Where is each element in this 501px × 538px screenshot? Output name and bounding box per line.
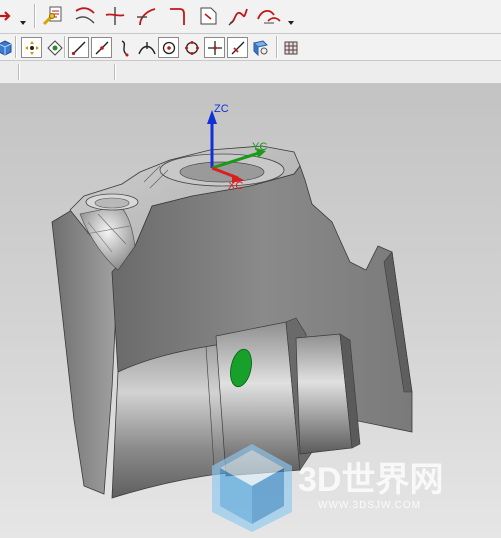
intersection-icon[interactable] (204, 37, 225, 58)
toolbar-separator (18, 64, 19, 80)
curve-toolbar (0, 0, 501, 34)
tangent-snap-icon[interactable] (136, 37, 157, 58)
yc-axis-label: YC (252, 141, 268, 153)
view-cube-icon[interactable] (0, 37, 15, 58)
snap-toolbar (0, 34, 501, 61)
watermark-url: WWW.3DSJW.COM (318, 500, 421, 511)
ribbon-strip (0, 61, 501, 84)
zc-axis-label: ZC (214, 103, 229, 115)
edit-properties-icon[interactable] (40, 3, 66, 29)
dropdown-arrow-icon[interactable] (20, 20, 26, 26)
sheet-document-icon[interactable] (195, 3, 221, 29)
curve-snap-icon[interactable] (114, 37, 135, 58)
snap-settings-icon[interactable] (44, 37, 65, 58)
xc-axis-label: XC (228, 180, 244, 192)
line-snap-icon[interactable] (68, 37, 89, 58)
midpoint-icon[interactable] (227, 37, 248, 58)
toolbar-separator (34, 4, 35, 28)
watermark-brand: 3D世界网 (298, 461, 444, 499)
circle-center-icon[interactable] (158, 37, 179, 58)
dropdown-arrow-icon[interactable] (288, 20, 294, 26)
corner-curve-icon[interactable] (164, 3, 190, 29)
toolbar-separator (114, 64, 115, 80)
spline-icon[interactable] (225, 3, 251, 29)
toolbar-separator (15, 36, 16, 58)
curve-tool-icon[interactable] (72, 3, 98, 29)
trim-curve-icon[interactable] (102, 3, 128, 29)
quadrant-icon[interactable] (181, 37, 202, 58)
blend-curve-icon[interactable] (256, 3, 282, 29)
fillet-curve-icon[interactable] (133, 3, 159, 29)
grid-icon[interactable] (280, 37, 301, 58)
toolbar-separator (276, 36, 277, 58)
run-arrow-icon[interactable] (0, 3, 18, 29)
view-icon[interactable] (250, 37, 271, 58)
snap-point-icon[interactable] (21, 37, 42, 58)
toolbar-separator (64, 36, 65, 58)
endpoint-snap-icon[interactable] (91, 37, 112, 58)
